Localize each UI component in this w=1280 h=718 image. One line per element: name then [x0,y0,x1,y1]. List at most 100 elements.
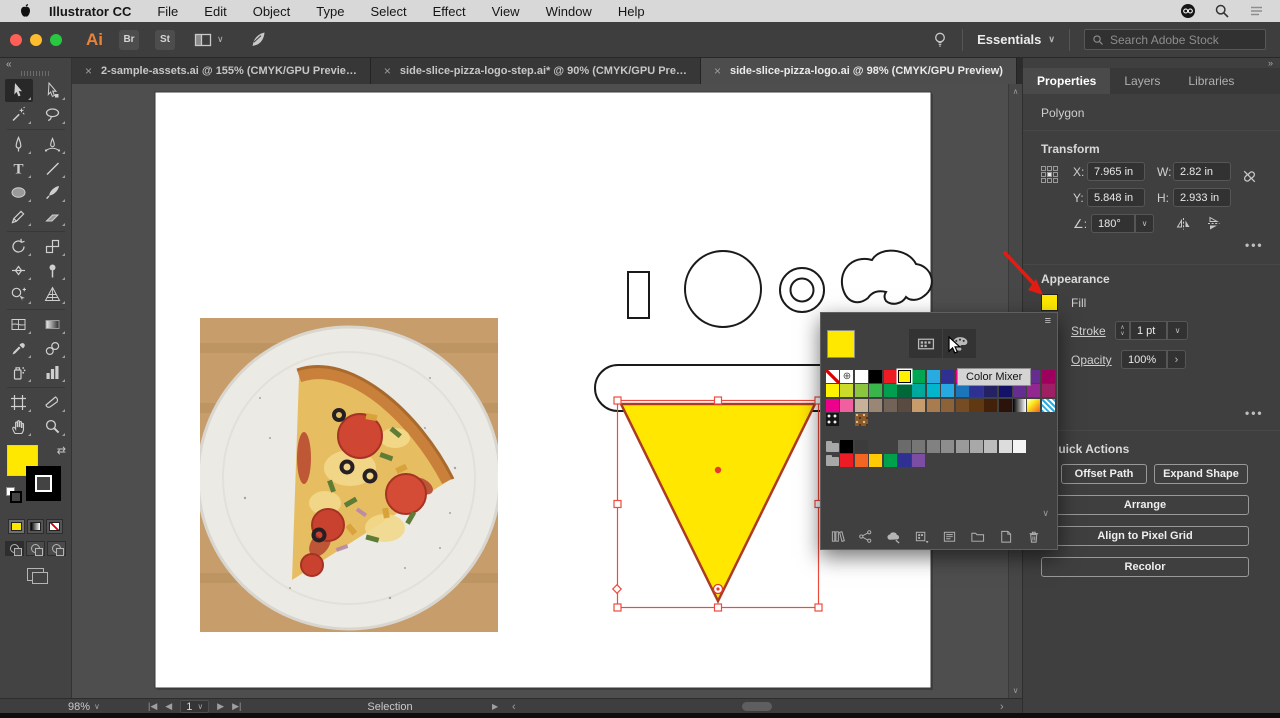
flip-horizontal-icon[interactable] [1175,215,1192,232]
color-swatch[interactable] [869,398,883,412]
align-to-pixel-grid-button[interactable]: Align to Pixel Grid [1041,526,1249,546]
shape-builder-tool[interactable] [5,283,33,306]
color-swatch[interactable] [941,370,955,383]
slice-tool[interactable] [39,391,67,414]
gradient-tool[interactable] [39,313,67,336]
tab-layers[interactable]: Layers [1110,68,1174,94]
collapse-panel-button[interactable]: « [0,58,71,70]
recolor-button[interactable]: Recolor [1041,557,1249,577]
stroke-weight-dropdown[interactable]: ∨ [1167,321,1188,340]
popup-menu-icon[interactable]: ≡ [1045,315,1051,327]
color-swatch[interactable] [926,384,940,398]
color-swatch[interactable] [854,439,868,453]
symbol-sprayer-tool[interactable] [5,361,33,384]
pattern-swatch[interactable] [840,413,853,426]
offset-path-button[interactable]: Offset Path [1061,464,1147,484]
color-swatch[interactable] [969,398,983,412]
color-group-folder-icon[interactable] [826,454,839,467]
color-swatch[interactable] [926,398,940,412]
color-swatch[interactable] [883,384,897,398]
current-fill-swatch[interactable] [827,330,855,358]
color-group-folder-icon[interactable] [826,440,839,453]
color-swatch[interactable] [869,384,883,398]
color-swatch[interactable] [854,384,868,398]
gradient-swatch[interactable] [1013,398,1027,412]
color-swatch[interactable] [897,398,911,412]
last-artboard-button[interactable]: ▶| [232,701,241,712]
direct-selection-tool[interactable] [39,79,67,102]
horizontal-scrollbar-thumb[interactable] [742,702,772,711]
more-appearance-options[interactable]: ••• [1245,406,1264,420]
scroll-down-icon[interactable]: ∨ [1013,686,1019,695]
styles-icon[interactable] [886,529,901,544]
next-artboard-button[interactable]: ▶ [217,701,224,712]
color-swatch[interactable] [840,398,854,412]
new-swatch-icon[interactable] [998,529,1013,544]
color-swatch[interactable] [1013,384,1027,398]
close-tab-icon[interactable]: × [85,64,92,78]
color-swatch[interactable] [998,398,1012,412]
panel-grip[interactable] [20,71,51,76]
lasso-tool[interactable] [39,103,67,126]
scroll-up-icon[interactable]: ∧ [1013,87,1019,96]
color-swatch[interactable] [883,454,897,468]
column-graph-tool[interactable] [39,361,67,384]
apple-menu-icon[interactable] [18,3,33,19]
curvature-tool[interactable] [39,133,67,156]
previous-artboard-button[interactable]: ◀ [165,701,172,712]
expand-shape-button[interactable]: Expand Shape [1154,464,1248,484]
swap-fill-stroke-icon[interactable]: ⇄ [57,444,66,457]
mesh-tool[interactable] [5,313,33,336]
new-group-icon[interactable] [970,529,985,544]
color-swatch[interactable] [941,384,955,398]
selection-tool[interactable] [4,79,33,102]
stock-button[interactable]: St [155,29,175,50]
swatches-view-button[interactable] [909,329,942,358]
zoom-level-dropdown[interactable]: 98% ∨ [68,699,100,714]
eraser-tool[interactable] [39,205,67,228]
eyedropper-tool[interactable] [5,337,33,360]
width-input[interactable]: 2.82 in [1173,162,1231,181]
change-screen-mode-button[interactable] [27,568,48,584]
rectangle-shape[interactable] [627,271,650,319]
adobe-stock-search-input[interactable]: Search Adobe Stock [1084,29,1266,50]
perspective-grid-tool[interactable] [39,283,67,306]
stroke-weight-input[interactable]: 1 pt [1130,321,1167,340]
options-icon[interactable] [942,529,957,544]
bridge-button[interactable]: Br [119,29,139,50]
color-swatch[interactable] [826,384,839,398]
circle-shape[interactable] [684,250,762,328]
color-swatch[interactable] [984,398,998,412]
rotation-input[interactable]: 180° [1091,214,1135,233]
minimize-window-button[interactable] [30,33,42,46]
registration-swatch[interactable]: ⊕ [840,370,854,383]
arrange-button[interactable]: Arrange [1041,495,1249,515]
artboard-tool[interactable] [5,391,33,414]
color-swatch[interactable] [1041,370,1055,383]
draw-behind-button[interactable] [26,541,45,556]
color-swatch[interactable] [854,398,868,412]
color-swatch[interactable] [912,454,926,468]
none-fill-button[interactable] [46,519,63,534]
color-swatch[interactable] [955,384,969,398]
color-swatch[interactable] [955,439,969,453]
close-tab-icon[interactable]: × [714,64,721,78]
control-center-icon[interactable] [1248,3,1264,19]
selected-color-swatch[interactable] [897,370,911,383]
stroke-label[interactable]: Stroke [1071,324,1106,338]
color-swatch[interactable] [969,439,983,453]
default-fill-stroke-icon[interactable] [6,487,22,503]
pattern-swatch[interactable] [826,413,839,427]
color-swatch[interactable] [854,454,868,468]
swatch-scroll-down-icon[interactable]: ∨ [1042,508,1049,519]
color-swatch[interactable] [912,384,926,398]
stroke-color-well[interactable] [26,466,61,501]
type-tool[interactable] [5,157,33,180]
share-icon[interactable] [858,529,873,544]
first-artboard-button[interactable]: |◀ [148,701,157,712]
fill-label[interactable]: Fill [1071,296,1086,310]
document-tab-3[interactable]: × side-slice-pizza-logo.ai @ 98% (CMYK/GP… [700,58,1017,84]
menu-effect[interactable]: Effect [433,4,466,19]
color-swatch[interactable] [998,439,1012,453]
rotation-dropdown[interactable]: ∨ [1135,214,1154,233]
